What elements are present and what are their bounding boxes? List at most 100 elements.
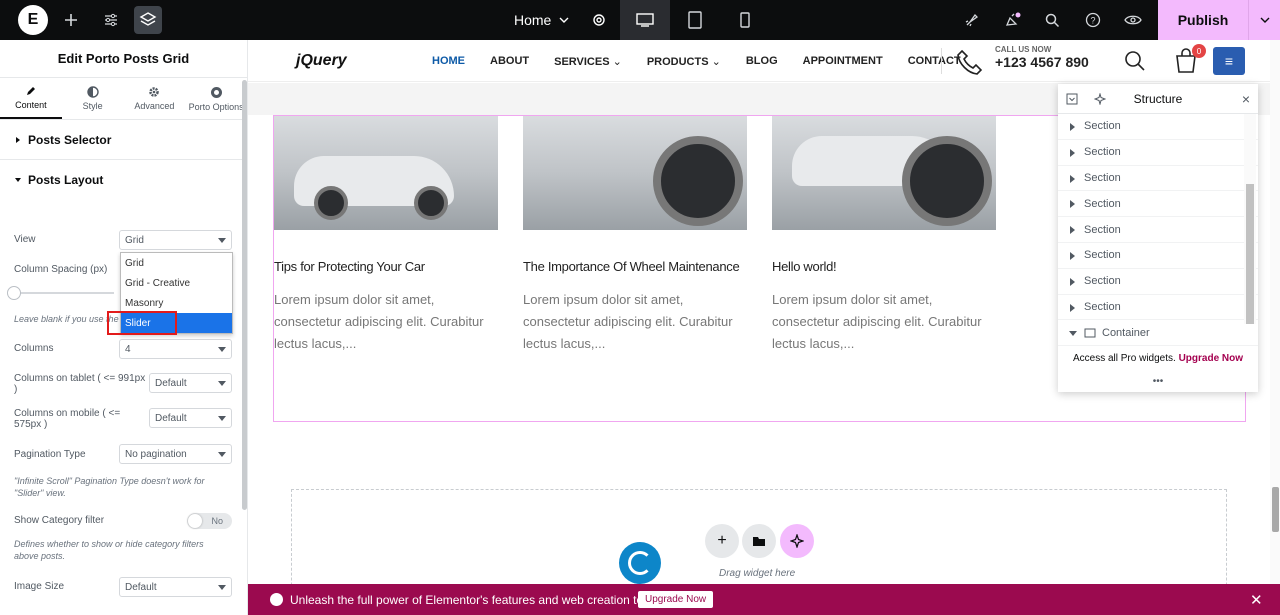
pagination-select-value: No pagination <box>125 448 187 460</box>
image-size-select-value: Default <box>125 581 157 593</box>
view-option-grid-creative[interactable]: Grid - Creative <box>121 273 232 293</box>
structure-row-section[interactable]: Section <box>1058 217 1258 243</box>
columns-mobile-select[interactable]: Default <box>149 408 232 428</box>
structure-row-section[interactable]: Section <box>1058 166 1258 192</box>
structure-row-label: Section <box>1084 249 1121 262</box>
page-settings-icon[interactable] <box>591 12 607 28</box>
section-posts-layout[interactable]: Posts Layout <box>0 160 247 200</box>
tab-porto-options[interactable]: Porto Options <box>185 78 247 119</box>
menu-hamburger-icon[interactable]: ≡ <box>1213 47 1245 75</box>
post-card[interactable]: Tips for Protecting Your Car Lorem ipsum… <box>274 116 498 355</box>
nav-blog[interactable]: BLOG <box>746 55 778 67</box>
post-title[interactable]: Tips for Protecting Your Car <box>274 258 498 275</box>
publish-options-chevron-icon[interactable] <box>1248 0 1280 40</box>
structure-row-section[interactable]: Section <box>1058 269 1258 295</box>
collapse-all-icon[interactable] <box>1066 93 1078 105</box>
tab-content[interactable]: Content <box>0 78 62 119</box>
tablet-icon[interactable] <box>670 0 720 40</box>
structure-row-section[interactable]: Section <box>1058 191 1258 218</box>
call-us-block[interactable]: CALL US NOW +123 4567 890 <box>995 45 1089 70</box>
pagination-select[interactable]: No pagination <box>119 444 232 464</box>
post-image[interactable] <box>523 116 747 230</box>
structure-row-section[interactable]: Section <box>1058 243 1258 269</box>
canvas-scrollbar[interactable] <box>1270 40 1280 615</box>
nav-services[interactable]: SERVICES ⌄ <box>554 55 622 68</box>
nav-contact[interactable]: CONTACT <box>908 55 961 67</box>
site-search-icon[interactable] <box>1124 50 1146 72</box>
preview-eye-icon[interactable] <box>1123 0 1143 40</box>
image-size-label: Image Size <box>14 581 65 592</box>
post-title[interactable]: The Importance Of Wheel Maintenance <box>523 258 747 275</box>
view-select[interactable]: Grid <box>119 230 232 250</box>
column-spacing-slider-handle[interactable] <box>7 286 21 300</box>
structure-row-section[interactable]: Section <box>1058 140 1258 166</box>
ai-sparkle-icon[interactable] <box>780 524 814 558</box>
close-icon[interactable]: × <box>1242 91 1250 107</box>
close-icon[interactable]: ✕ <box>1250 591 1263 609</box>
tab-label: Style <box>82 101 103 111</box>
structure-scrollbar[interactable] <box>1244 114 1256 324</box>
structure-row-section[interactable]: Section <box>1058 295 1258 321</box>
image-size-select[interactable]: Default <box>119 577 232 597</box>
site-header: jQuery HOME ABOUT SERVICES ⌄ PRODUCTS ⌄ … <box>248 40 1280 82</box>
view-option-grid[interactable]: Grid <box>121 253 232 273</box>
structure-row-container[interactable]: Container <box>1058 320 1258 347</box>
canvas-scrollbar-thumb[interactable] <box>1272 487 1279 532</box>
panel-scrollbar[interactable] <box>242 80 247 510</box>
caret-right-icon <box>1070 277 1075 286</box>
chevron-down-icon <box>559 17 569 23</box>
add-icon[interactable] <box>60 0 82 40</box>
desktop-icon[interactable] <box>620 0 670 40</box>
tab-style[interactable]: Style <box>62 78 124 119</box>
pro-upgrade-link[interactable]: Upgrade Now <box>1179 353 1243 364</box>
nav-about[interactable]: ABOUT <box>490 55 529 67</box>
post-card[interactable]: Hello world! Lorem ipsum dolor sit amet,… <box>772 116 996 355</box>
post-image[interactable] <box>274 116 498 230</box>
search-icon[interactable] <box>1042 0 1062 40</box>
ai-sparkle-icon[interactable] <box>1094 93 1106 105</box>
add-template-folder-icon[interactable] <box>742 524 776 558</box>
nav-appointment[interactable]: APPOINTMENT <box>803 55 883 67</box>
tab-advanced[interactable]: Advanced <box>124 78 186 119</box>
elementor-logo-icon[interactable]: E <box>18 5 48 35</box>
page-selector[interactable]: Home <box>500 0 620 40</box>
publish-button[interactable]: Publish <box>1158 0 1248 40</box>
header-divider <box>941 48 942 74</box>
structure-row-label: Section <box>1084 275 1121 288</box>
structure-row-label: Section <box>1084 146 1121 159</box>
structure-row-section[interactable]: Section <box>1058 114 1258 140</box>
structure-scrollbar-thumb[interactable] <box>1246 184 1254 324</box>
structure-row-label: Section <box>1084 300 1121 313</box>
section-posts-selector[interactable]: Posts Selector <box>0 120 247 160</box>
structure-row-label: Section <box>1084 223 1121 236</box>
post-card[interactable]: The Importance Of Wheel Maintenance Lore… <box>523 116 747 355</box>
promo-bar: Unleash the full power of Elementor's fe… <box>248 584 1280 615</box>
structure-header: Structure × <box>1058 84 1258 114</box>
site-logo[interactable]: jQuery <box>296 52 347 70</box>
category-filter-toggle[interactable]: No <box>187 513 232 529</box>
promo-upgrade-button[interactable]: Upgrade Now <box>638 591 714 608</box>
view-option-masonry[interactable]: Masonry <box>121 293 232 313</box>
layers-icon[interactable] <box>134 6 162 34</box>
columns-tablet-select[interactable]: Default <box>149 373 232 393</box>
help-icon[interactable]: ? <box>1083 0 1103 40</box>
nav-home[interactable]: HOME <box>432 55 465 67</box>
mobile-icon[interactable] <box>720 0 770 40</box>
editor-topbar: E Home ? Publish <box>0 0 1280 40</box>
notifications-icon[interactable] <box>1003 0 1023 40</box>
nav-products[interactable]: PRODUCTS ⌄ <box>647 55 721 68</box>
pagination-help: "Infinite Scroll" Pagination Type doesn'… <box>14 476 205 498</box>
chevron-down-icon <box>218 347 226 352</box>
post-title[interactable]: Hello world! <box>772 258 996 275</box>
structure-row-label: Section <box>1084 171 1121 184</box>
more-dots-icon[interactable]: ••• <box>1058 376 1258 387</box>
column-spacing-slider-track[interactable] <box>14 292 114 294</box>
columns-mobile-select-value: Default <box>155 412 187 424</box>
pro-text: Access all Pro widgets. <box>1072 353 1176 364</box>
rocket-icon[interactable] <box>962 0 982 40</box>
add-section-plus-icon[interactable]: + <box>705 524 739 558</box>
toggle-state: No <box>211 516 223 526</box>
columns-select[interactable]: 4 <box>119 339 232 359</box>
post-image[interactable] <box>772 116 996 230</box>
settings-sliders-icon[interactable] <box>100 0 122 40</box>
